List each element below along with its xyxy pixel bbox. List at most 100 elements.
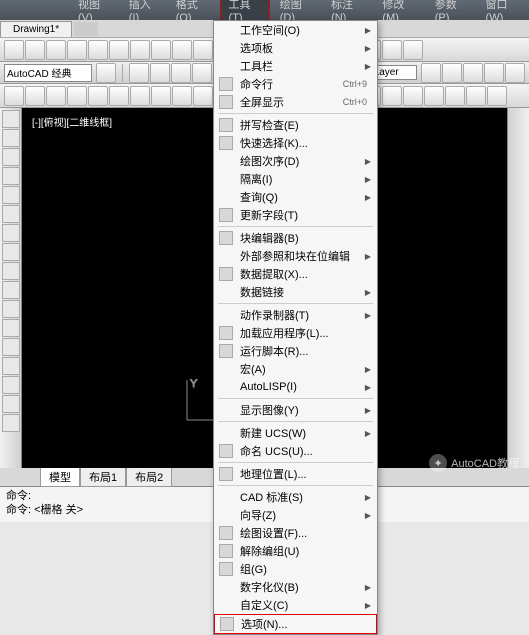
new-tab-button[interactable]	[74, 22, 98, 36]
tool-button[interactable]	[2, 186, 20, 204]
menu-item[interactable]: 工作空间(O)▶	[214, 21, 377, 39]
submenu-arrow-icon: ▶	[365, 193, 371, 202]
tool-button[interactable]	[192, 63, 212, 83]
tool-button[interactable]	[2, 148, 20, 166]
tool-button[interactable]	[2, 338, 20, 356]
tool-button[interactable]	[88, 86, 108, 106]
menu-item[interactable]: 地理位置(L)...	[214, 465, 377, 483]
tool-button[interactable]	[150, 63, 170, 83]
menu-item[interactable]: 新建 UCS(W)▶	[214, 424, 377, 442]
tool-button[interactable]	[4, 40, 24, 60]
tool-button[interactable]	[130, 40, 150, 60]
menu-item[interactable]: AutoLISP(I)▶	[214, 378, 377, 396]
tool-button[interactable]	[171, 63, 191, 83]
tool-button[interactable]	[2, 281, 20, 299]
menu-item[interactable]: 组(G)	[214, 560, 377, 578]
menu-item[interactable]: 向导(Z)▶	[214, 506, 377, 524]
tool-button[interactable]	[463, 63, 483, 83]
menu-item[interactable]: 绘图次序(D)▶	[214, 152, 377, 170]
tool-button[interactable]	[2, 262, 20, 280]
menu-item[interactable]: 显示图像(Y)▶	[214, 401, 377, 419]
menu-item[interactable]: 插入(I)	[121, 0, 166, 26]
menu-item[interactable]: 选项(N)...	[214, 614, 377, 634]
tool-button[interactable]	[2, 224, 20, 242]
menu-item[interactable]: 块编辑器(B)	[214, 229, 377, 247]
tool-button[interactable]	[172, 40, 192, 60]
menu-item[interactable]: 快速选择(K)...	[214, 134, 377, 152]
menu-item[interactable]: 外部参照和块在位编辑▶	[214, 247, 377, 265]
tool-button[interactable]	[2, 243, 20, 261]
tool-button[interactable]	[130, 86, 150, 106]
menu-item[interactable]: 查询(Q)▶	[214, 188, 377, 206]
tool-button[interactable]	[151, 86, 171, 106]
tool-button[interactable]	[2, 357, 20, 375]
menu-item[interactable]: 解除编组(U)	[214, 542, 377, 560]
tool-button[interactable]	[2, 300, 20, 318]
menu-item[interactable]: 命令行Ctrl+9	[214, 75, 377, 93]
tool-button[interactable]	[46, 40, 66, 60]
tool-button[interactable]	[2, 319, 20, 337]
tool-button[interactable]	[403, 86, 423, 106]
menu-item[interactable]: 自定义(C)▶	[214, 596, 377, 614]
tool-button[interactable]	[67, 86, 87, 106]
tool-button[interactable]	[172, 86, 192, 106]
menu-item[interactable]: 命名 UCS(U)...	[214, 442, 377, 460]
menu-item[interactable]: 运行脚本(R)...	[214, 342, 377, 360]
document-tab[interactable]: Drawing1*	[0, 21, 72, 37]
menu-item[interactable]: 修改(M)	[374, 0, 424, 26]
tool-button[interactable]	[421, 63, 441, 83]
tool-button[interactable]	[25, 40, 45, 60]
menu-item[interactable]: 加载应用程序(L)...	[214, 324, 377, 342]
tool-button[interactable]	[505, 63, 525, 83]
tool-button[interactable]	[484, 63, 504, 83]
tool-button[interactable]	[193, 86, 213, 106]
submenu-arrow-icon: ▶	[365, 62, 371, 71]
menu-item[interactable]: 宏(A)▶	[214, 360, 377, 378]
tool-button[interactable]	[487, 86, 507, 106]
tool-button[interactable]	[2, 110, 20, 128]
menu-item[interactable]: 窗口(W)	[478, 0, 529, 26]
tool-button[interactable]	[88, 40, 108, 60]
tool-button[interactable]	[2, 395, 20, 413]
tool-button[interactable]	[96, 63, 116, 83]
menu-item[interactable]: 动作录制器(T)▶	[214, 306, 377, 324]
tool-button[interactable]	[442, 63, 462, 83]
tool-button[interactable]	[382, 40, 402, 60]
tool-button[interactable]	[4, 86, 24, 106]
menu-item[interactable]: 参数(P)	[427, 0, 476, 26]
layout-tab[interactable]: 布局1	[80, 467, 126, 487]
tool-button[interactable]	[109, 86, 129, 106]
menu-item[interactable]: 全屏显示Ctrl+0	[214, 93, 377, 111]
tool-button[interactable]	[46, 86, 66, 106]
menu-item[interactable]: 工具栏▶	[214, 57, 377, 75]
tool-button[interactable]	[466, 86, 486, 106]
tool-button[interactable]	[193, 40, 213, 60]
menu-item[interactable]: 拼写检查(E)	[214, 116, 377, 134]
tool-button[interactable]	[2, 129, 20, 147]
tool-button[interactable]	[403, 40, 423, 60]
tool-button[interactable]	[382, 86, 402, 106]
menu-item[interactable]: 绘图设置(F)...	[214, 524, 377, 542]
tool-button[interactable]	[109, 40, 129, 60]
menu-item[interactable]: 数据提取(X)...	[214, 265, 377, 283]
layout-tab[interactable]: 模型	[40, 467, 80, 487]
tool-button[interactable]	[2, 376, 20, 394]
tool-button[interactable]	[67, 40, 87, 60]
layout-tab[interactable]: 布局2	[126, 467, 172, 487]
tool-button[interactable]	[25, 86, 45, 106]
workspace-combo[interactable]: AutoCAD 经典	[4, 64, 92, 82]
menu-item[interactable]: 更新字段(T)	[214, 206, 377, 224]
tool-button[interactable]	[2, 205, 20, 223]
tool-button[interactable]	[445, 86, 465, 106]
menu-item[interactable]: 数字化仪(B)▶	[214, 578, 377, 596]
tool-button[interactable]	[2, 167, 20, 185]
menu-item[interactable]: CAD 标准(S)▶	[214, 488, 377, 506]
menu-item[interactable]: 隔离(I)▶	[214, 170, 377, 188]
tool-button[interactable]	[2, 414, 20, 432]
menu-item[interactable]: 格式(O)	[168, 0, 218, 26]
tool-button[interactable]	[151, 40, 171, 60]
menu-item[interactable]: 选项板▶	[214, 39, 377, 57]
tool-button[interactable]	[424, 86, 444, 106]
tool-button[interactable]	[129, 63, 149, 83]
menu-item[interactable]: 数据链接▶	[214, 283, 377, 301]
